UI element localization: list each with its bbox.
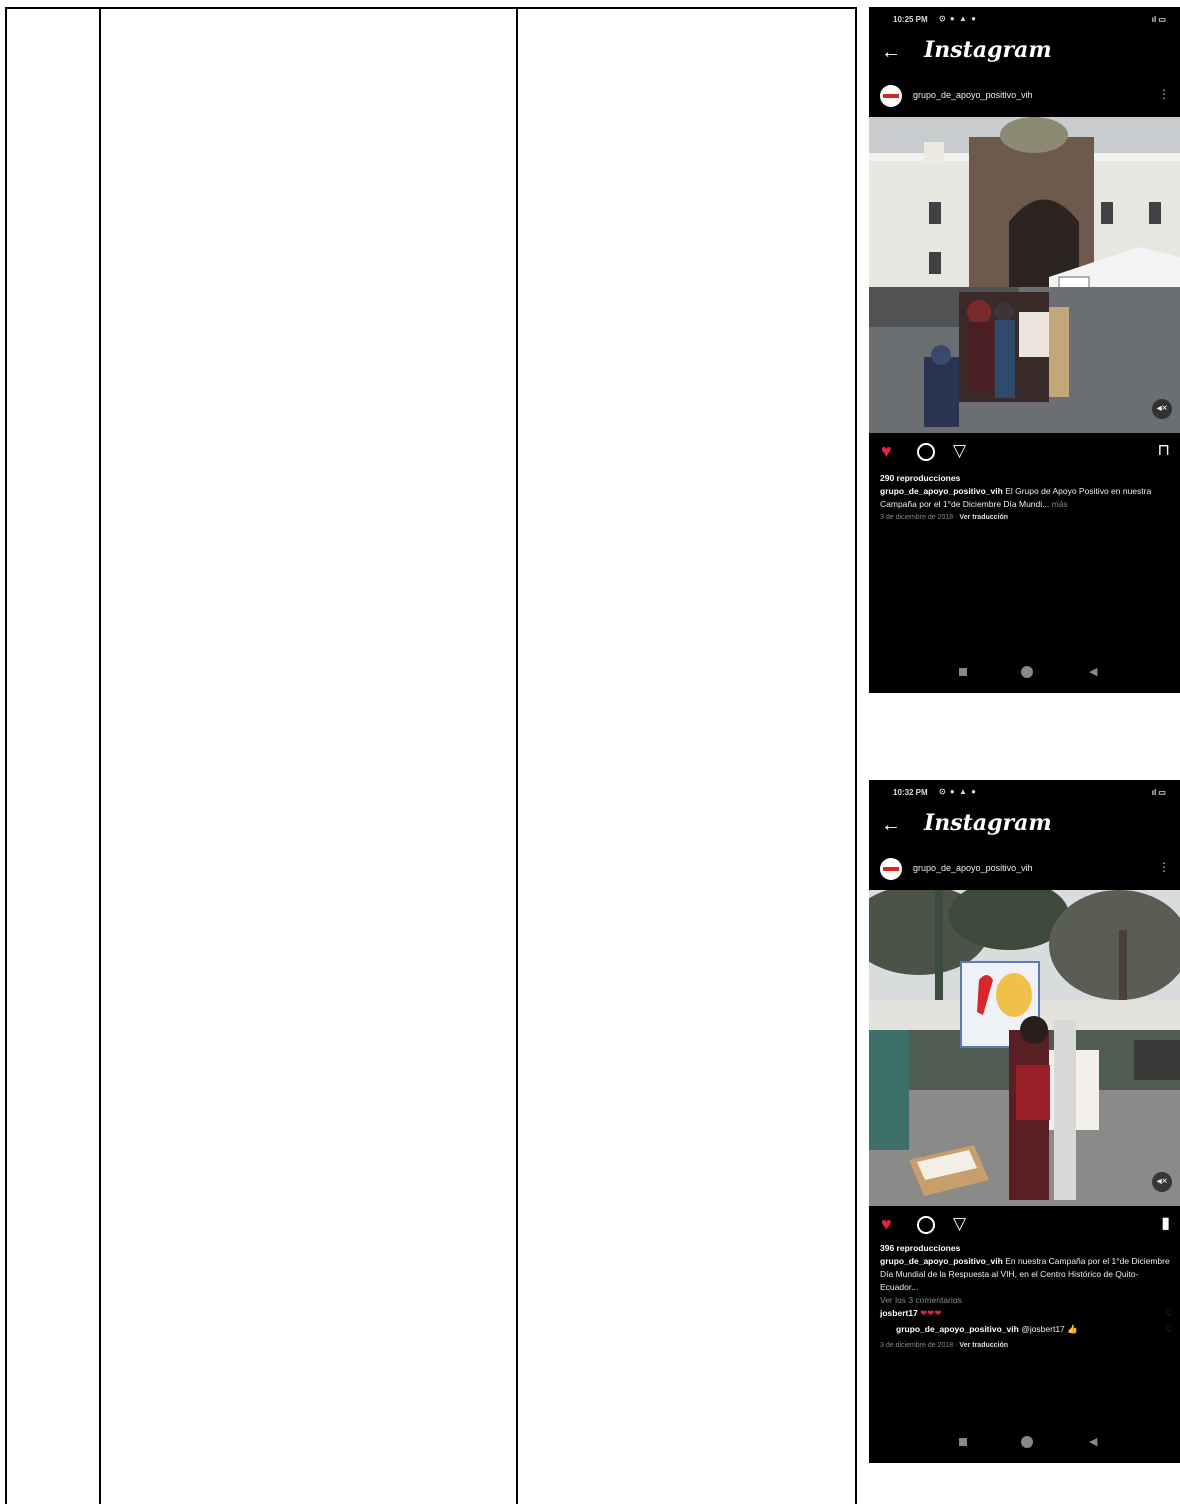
instagram-screenshot-2: 10:32 PM ⊙ ● ▲ ● ıl ▭ ← Instagram grupo_… [869,780,1180,1463]
comment-row: josbert17 ❤❤❤ ♡ [880,1307,1174,1323]
translate-link[interactable]: Ver traducción [959,1342,1008,1349]
post-video[interactable]: ◂× [869,117,1180,433]
android-nav-bar: ◀ [869,665,1180,679]
post-actions: ♥ ▽ ⊓ [869,439,1180,467]
video-frame-plaza: NA [869,890,1180,1206]
comment-username[interactable]: josbert17 [880,1308,918,1318]
post-username[interactable]: grupo_de_apoyo_positivo_vih [913,863,1033,873]
app-bar: ← Instagram [869,808,1180,842]
more-link[interactable]: más [1052,499,1068,509]
share-icon[interactable]: ▽ [953,1214,966,1234]
recents-icon[interactable] [959,1438,967,1446]
speaker-muted-icon[interactable]: ◂× [1152,1172,1172,1192]
video-frame-church [869,117,1180,433]
table-border-col-1 [5,7,7,1504]
status-bar: 10:25 PM ⊙ ● ▲ ● ıl ▭ [893,13,1166,27]
table-top-border [5,7,857,9]
home-icon[interactable] [1021,1436,1033,1448]
reply-text: @josbert17 👍 [1021,1324,1078,1334]
more-vert-icon[interactable]: ⋮ [1158,860,1170,874]
comment-icon[interactable] [917,443,935,461]
post-caption: 290 reproducciones grupo_de_apoyo_positi… [880,472,1174,524]
avatar[interactable] [880,858,902,880]
arrow-left-icon[interactable]: ← [881,41,901,64]
views-count: 396 reproducciones [880,1243,961,1253]
post-caption: 396 reproducciones grupo_de_apoyo_positi… [880,1243,1174,1349]
bookmark-icon[interactable]: ⊓ [1158,441,1170,461]
comment-like-icon[interactable]: ♡ [1166,1307,1174,1320]
battery-signal-icon: ıl ▭ [1151,15,1166,24]
home-icon[interactable] [1021,666,1033,678]
views-count: 290 reproducciones [880,473,961,483]
status-bar: 10:32 PM ⊙ ● ▲ ● ıl ▭ [893,786,1166,800]
status-time: 10:32 PM [893,788,928,797]
post-date: 3 de diciembre de 2018 [880,514,954,521]
back-triangle-icon[interactable]: ◀ [1089,1435,1097,1448]
post-video[interactable]: NA ◂× [869,890,1180,1206]
more-vert-icon[interactable]: ⋮ [1158,87,1170,101]
table-border-col-3 [516,7,518,1504]
reply-row: grupo_de_apoyo_positivo_vih @josbert17 👍… [880,1323,1174,1339]
caption-username[interactable]: grupo_de_apoyo_positivo_vih [880,486,1003,496]
battery-signal-icon: ıl ▭ [1151,788,1166,797]
instagram-screenshot-1: 10:25 PM ⊙ ● ▲ ● ıl ▭ ← Instagram grupo_… [869,7,1180,693]
status-time: 10:25 PM [893,15,928,24]
reply-username[interactable]: grupo_de_apoyo_positivo_vih [896,1324,1019,1334]
post-date: 3 de diciembre de 2018 [880,1342,954,1349]
app-bar: ← Instagram [869,35,1180,69]
reply-like-icon[interactable]: ♡ [1166,1323,1174,1336]
post-actions: ♥ ▽ ▮ [869,1212,1180,1240]
caption-username[interactable]: grupo_de_apoyo_positivo_vih [880,1256,1003,1266]
heart-icon[interactable]: ♥ [881,1214,892,1234]
android-nav-bar: ◀ [869,1435,1180,1449]
share-icon[interactable]: ▽ [953,441,966,461]
avatar[interactable] [880,85,902,107]
post-header: grupo_de_apoyo_positivo_vih ⋮ [869,856,1180,882]
bookmark-icon[interactable]: ▮ [1161,1214,1170,1234]
status-icons: ⊙ ● ▲ ● [939,14,977,23]
table-border-col-2 [99,7,101,1504]
heart-icon[interactable]: ♥ [881,441,892,461]
comment-text: ❤❤❤ [920,1308,942,1318]
app-title: Instagram [924,37,1052,63]
speaker-muted-icon[interactable]: ◂× [1152,399,1172,419]
post-header: grupo_de_apoyo_positivo_vih ⋮ [869,83,1180,109]
app-title: Instagram [924,810,1052,836]
view-comments-link[interactable]: Ver los 3 comentarios [880,1294,1174,1307]
table-border-col-4 [855,7,857,1504]
post-username[interactable]: grupo_de_apoyo_positivo_vih [913,90,1033,100]
arrow-left-icon[interactable]: ← [881,814,901,837]
comment-icon[interactable] [917,1216,935,1234]
recents-icon[interactable] [959,668,967,676]
translate-link[interactable]: Ver traducción [959,514,1008,521]
status-icons: ⊙ ● ▲ ● [939,787,977,796]
back-triangle-icon[interactable]: ◀ [1089,665,1097,678]
